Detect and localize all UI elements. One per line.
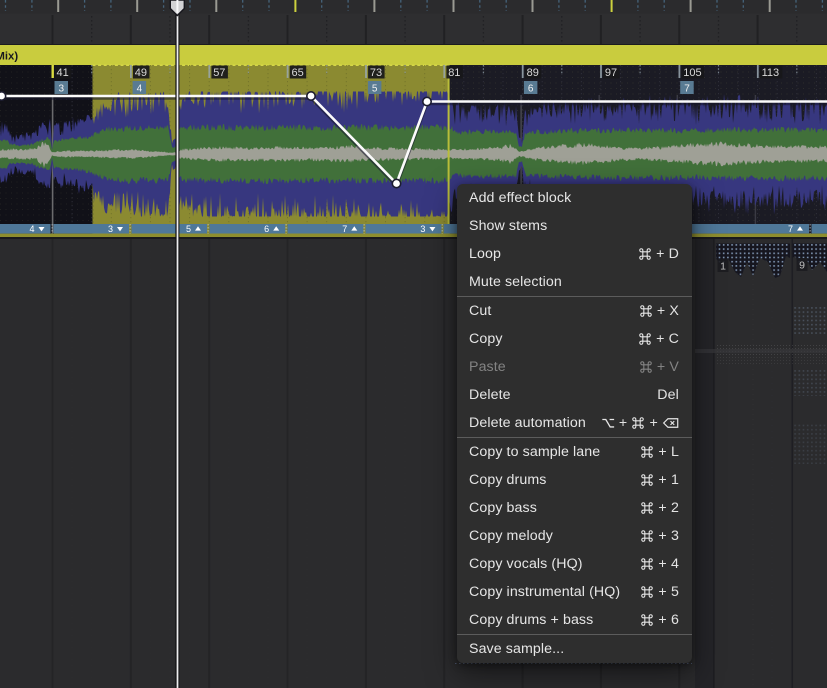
svg-text:49: 49: [135, 67, 147, 79]
svg-text:97: 97: [605, 67, 617, 79]
svg-text:6: 6: [528, 84, 534, 95]
svg-text:4: 4: [137, 84, 143, 95]
svg-text:3: 3: [108, 224, 113, 234]
svg-text:7: 7: [788, 224, 793, 234]
svg-text:57: 57: [213, 67, 225, 79]
svg-text:7: 7: [684, 84, 690, 95]
svg-text:1: 1: [720, 261, 726, 273]
svg-text:5: 5: [186, 224, 191, 234]
svg-text:113: 113: [762, 67, 780, 79]
svg-text:5: 5: [372, 84, 378, 95]
svg-text:4: 4: [29, 224, 34, 234]
svg-text:6: 6: [264, 224, 269, 234]
svg-text:Mix): Mix): [0, 50, 18, 62]
svg-text:3: 3: [420, 224, 425, 234]
svg-text:41: 41: [57, 67, 69, 79]
svg-text:7: 7: [342, 224, 347, 234]
svg-text:65: 65: [292, 67, 304, 79]
svg-text:9: 9: [799, 260, 805, 272]
svg-text:3: 3: [59, 84, 65, 95]
svg-text:73: 73: [370, 67, 382, 79]
svg-text:89: 89: [527, 67, 539, 79]
svg-text:105: 105: [683, 67, 701, 79]
svg-text:81: 81: [448, 67, 460, 79]
